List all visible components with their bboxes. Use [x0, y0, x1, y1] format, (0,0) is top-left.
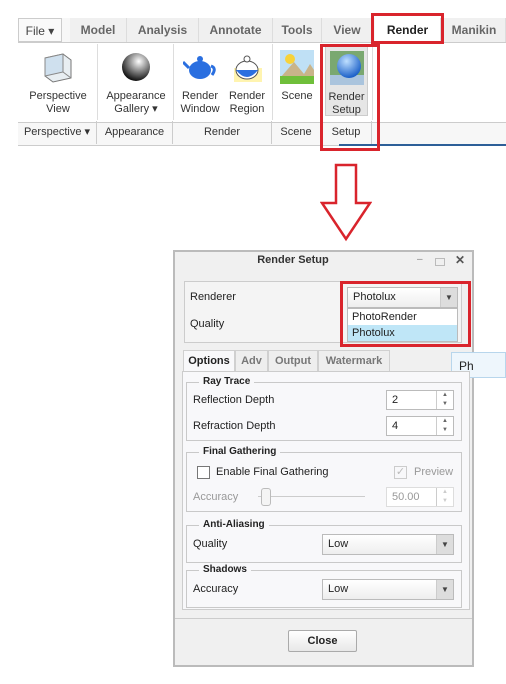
divider: [175, 618, 472, 619]
accuracy-value: 50.00: [392, 491, 420, 503]
chevron-down-icon[interactable]: ▼: [436, 580, 453, 599]
group-title: Ray Trace: [199, 376, 255, 387]
button-label: Appearance: [106, 90, 166, 102]
preview-label: Preview: [414, 466, 454, 478]
group-title: Shadows: [199, 564, 251, 575]
group-render: Render: [173, 121, 272, 144]
close-button[interactable]: Close: [288, 630, 357, 652]
button-label: Window: [180, 103, 220, 115]
group-perspective[interactable]: Perspective ▾: [18, 121, 97, 144]
group-title: Anti-Aliasing: [199, 519, 269, 530]
button-label: Perspective: [29, 90, 87, 102]
render-region-button[interactable]: Render Region: [224, 46, 270, 116]
down-arrow-icon: [320, 163, 372, 242]
teapot-icon: [181, 50, 217, 84]
tab-view[interactable]: View: [322, 18, 373, 42]
group-title: Final Gathering: [199, 446, 281, 457]
aa-quality-label: Quality: [193, 538, 228, 550]
perspective-view-button[interactable]: Perspective View: [24, 46, 92, 116]
button-label: Scene: [281, 90, 313, 102]
chevron-down-icon[interactable]: ▼: [436, 535, 453, 554]
teapot-region-icon: [230, 50, 264, 84]
perspective-view-icon: [41, 50, 75, 84]
aa-quality-select[interactable]: Low ▼: [322, 534, 454, 555]
shadow-accuracy-label: Accuracy: [193, 583, 239, 595]
tab-adv[interactable]: Adv: [235, 350, 268, 371]
button-label: Gallery ▾: [114, 103, 158, 115]
minimize-button[interactable]: –: [417, 254, 423, 265]
tab-model[interactable]: Model: [70, 18, 127, 42]
quality-label: Quality: [190, 318, 225, 330]
button-label: View: [46, 103, 70, 115]
divider: [272, 44, 273, 120]
reflection-depth-spinner[interactable]: 2 ▲ ▼: [386, 390, 454, 410]
render-window-button[interactable]: Render Window: [177, 46, 223, 116]
tab-tools[interactable]: Tools: [273, 18, 322, 42]
shadow-accuracy-select[interactable]: Low ▼: [322, 579, 454, 600]
refraction-depth-label: Refraction Depth: [193, 420, 276, 432]
button-label: Region: [229, 103, 265, 115]
maximize-button[interactable]: [435, 258, 445, 266]
enable-final-gathering-label: Enable Final Gathering: [216, 466, 329, 478]
group-scene: Scene: [272, 121, 321, 144]
close-x-button[interactable]: ✕: [455, 253, 465, 267]
divider: [97, 44, 98, 120]
appearance-sphere-icon: [119, 50, 153, 84]
tab-output[interactable]: Output: [268, 350, 318, 371]
dialog-title: Render Setup: [257, 254, 329, 266]
tab-analysis[interactable]: Analysis: [127, 18, 199, 42]
button-label: Render: [228, 90, 266, 102]
appearance-gallery-button[interactable]: Appearance Gallery ▾: [101, 46, 171, 116]
accuracy-slider-handle[interactable]: [261, 488, 271, 506]
tab-options[interactable]: Options: [183, 350, 235, 372]
accuracy-label: Accuracy: [193, 491, 239, 503]
enable-final-gathering-checkbox[interactable]: [197, 466, 210, 479]
tab-watermark[interactable]: Watermark: [318, 350, 390, 371]
tab-annotate[interactable]: Annotate: [199, 18, 273, 42]
scene-landscape-icon: [280, 50, 314, 84]
render-tab-highlight: [371, 13, 444, 44]
button-label: Render: [181, 90, 219, 102]
spinner-arrows-icon[interactable]: ▲ ▼: [436, 488, 453, 506]
refraction-value: 4: [392, 420, 399, 432]
render-setup-highlight: [320, 44, 380, 151]
reflection-depth-label: Reflection Depth: [193, 394, 275, 406]
reflection-value: 2: [392, 394, 399, 406]
refraction-depth-spinner[interactable]: 4 ▲ ▼: [386, 416, 454, 436]
renderer-label: Renderer: [190, 291, 236, 303]
tab-manikin[interactable]: Manikin: [443, 18, 506, 42]
spinner-arrows-icon[interactable]: ▲ ▼: [436, 391, 453, 409]
scene-button[interactable]: Scene: [276, 46, 318, 103]
accuracy-slider-track[interactable]: [258, 496, 365, 497]
group-appearance: Appearance: [97, 121, 173, 144]
aa-quality-value: Low: [328, 538, 349, 550]
renderer-highlight: [340, 281, 471, 347]
divider: [173, 44, 174, 120]
tab-file[interactable]: File ▾: [18, 18, 62, 42]
shadow-accuracy-value: Low: [328, 583, 349, 595]
spinner-arrows-icon[interactable]: ▲ ▼: [436, 417, 453, 435]
accuracy-spinner[interactable]: 50.00 ▲ ▼: [386, 487, 454, 507]
preview-checkbox[interactable]: ✓: [394, 466, 407, 479]
